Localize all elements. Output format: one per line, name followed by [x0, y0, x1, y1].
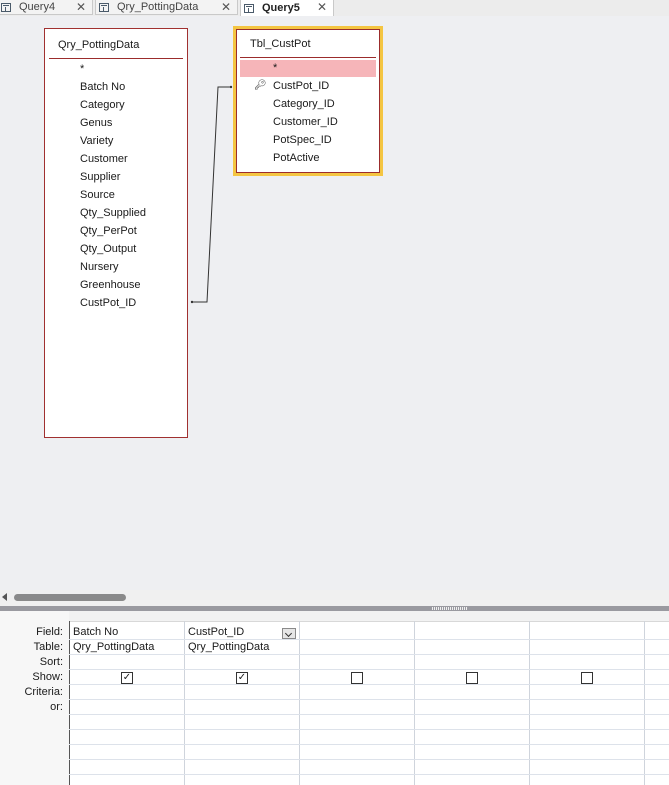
row-divider	[69, 774, 669, 775]
row-divider	[69, 729, 669, 730]
grid-border	[69, 621, 70, 785]
scroll-left-icon[interactable]	[2, 593, 7, 601]
tab-query5[interactable]: Query5 ✕	[240, 0, 334, 16]
query-design-grid[interactable]: Field: Table: Sort: Show: Criteria: or: …	[0, 611, 669, 785]
tab-label: Query4	[19, 1, 56, 13]
grid-table-cell[interactable]: Qry_PottingData	[73, 641, 154, 653]
row-divider	[69, 654, 669, 655]
chevron-down-icon[interactable]	[282, 628, 296, 639]
grid-field-cell[interactable]: CustPot_ID	[188, 626, 244, 638]
query-design-canvas[interactable]: Qry_PottingData * Batch No Category Genu…	[0, 16, 669, 590]
grid-field-cell[interactable]: Batch No	[73, 626, 118, 638]
row-divider	[69, 759, 669, 760]
row-divider	[69, 669, 669, 670]
column-divider	[299, 621, 300, 785]
horizontal-scrollbar[interactable]	[0, 590, 669, 606]
row-divider	[69, 684, 669, 685]
query-icon	[1, 2, 11, 12]
row-divider	[69, 744, 669, 745]
column-divider	[529, 621, 530, 785]
close-icon[interactable]: ✕	[76, 1, 86, 13]
row-label-table: Table:	[33, 641, 63, 653]
row-divider	[69, 699, 669, 700]
close-icon[interactable]: ✕	[317, 1, 327, 13]
column-divider	[184, 621, 185, 785]
row-label-or: or:	[50, 701, 63, 713]
join-line[interactable]	[0, 16, 669, 590]
tab-qry-pottingdata[interactable]: Qry_PottingData ✕	[95, 0, 238, 15]
show-checkbox[interactable]	[351, 672, 363, 684]
query-icon	[99, 2, 109, 12]
row-label-show: Show:	[32, 671, 63, 683]
show-checkbox[interactable]: ✓	[236, 672, 248, 684]
row-label-sort: Sort:	[39, 656, 63, 668]
row-divider	[69, 639, 669, 640]
show-checkbox[interactable]	[466, 672, 478, 684]
row-label-criteria: Criteria:	[24, 686, 63, 698]
show-checkbox[interactable]: ✓	[121, 672, 133, 684]
close-icon[interactable]: ✕	[221, 1, 231, 13]
splitter-grip[interactable]	[432, 607, 468, 610]
document-tab-bar: Query4 ✕ Qry_PottingData ✕ Query5 ✕	[0, 0, 669, 16]
column-selector-bar[interactable]	[69, 611, 669, 622]
grid-table-cell[interactable]: Qry_PottingData	[188, 641, 269, 653]
row-divider	[69, 714, 669, 715]
tab-label: Query5	[262, 2, 300, 14]
show-checkbox[interactable]	[581, 672, 593, 684]
scrollbar-thumb[interactable]	[14, 594, 126, 601]
column-divider	[644, 621, 645, 785]
grid-row-labels: Field: Table: Sort: Show: Criteria: or:	[0, 611, 69, 785]
row-label-field: Field:	[36, 626, 63, 638]
tab-query4[interactable]: Query4 ✕	[0, 0, 93, 15]
query-icon	[244, 3, 254, 13]
tab-label: Qry_PottingData	[117, 1, 199, 13]
column-divider	[414, 621, 415, 785]
